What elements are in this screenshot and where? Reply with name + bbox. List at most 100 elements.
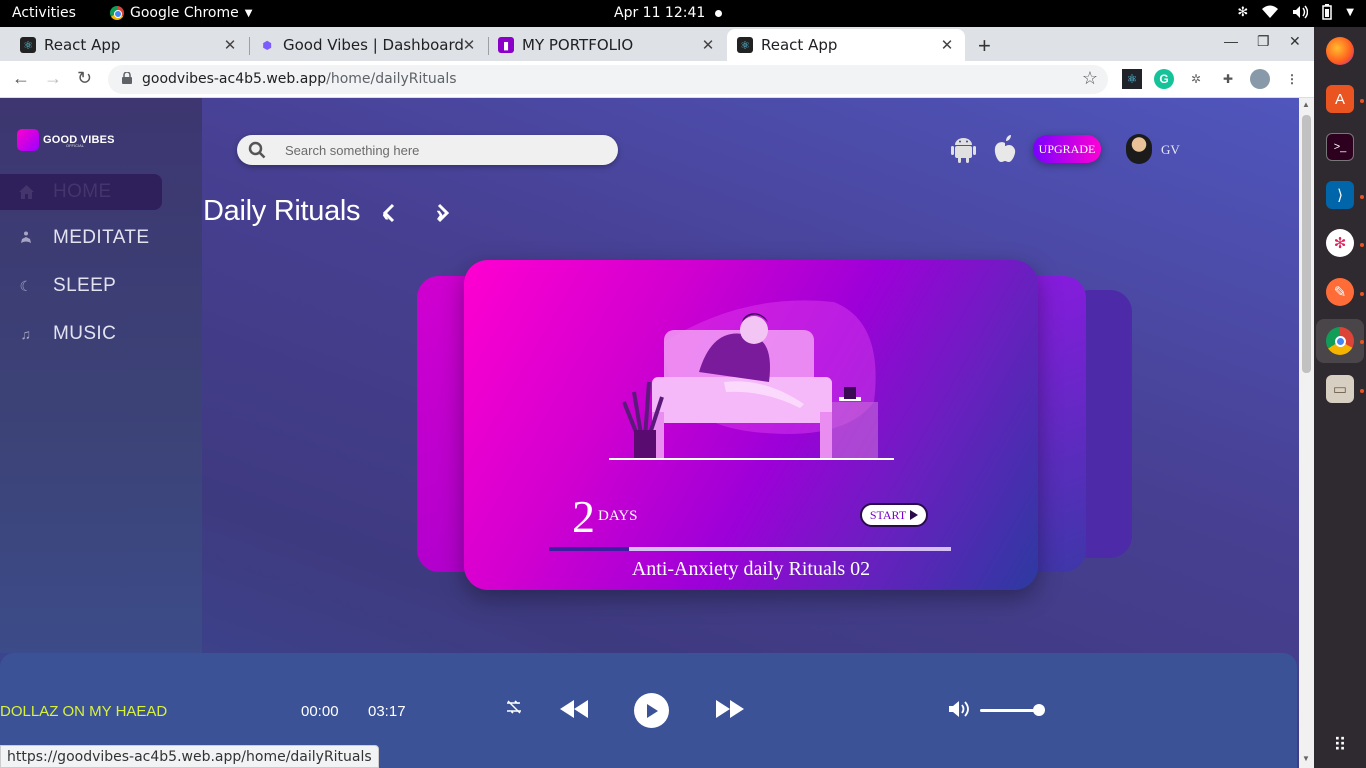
show-applications-icon[interactable]: ⠿ [1326, 731, 1354, 759]
back-button[interactable]: ← [12, 68, 30, 89]
next-chevron-icon[interactable] [436, 203, 450, 223]
brand-tagline: OFFICIAL [66, 143, 85, 148]
system-top-bar: Activities Google Chrome ▼ Apr 11 12:41 … [0, 0, 1366, 27]
clock[interactable]: Apr 11 12:41 [614, 5, 723, 21]
grammarly-extension-icon[interactable]: G [1154, 69, 1174, 89]
scrollbar-thumb[interactable] [1302, 115, 1311, 373]
close-window-button[interactable]: ✕ [1289, 33, 1301, 50]
play-icon [646, 703, 658, 718]
tab-separator [249, 37, 250, 55]
start-button[interactable]: START [860, 503, 928, 527]
app-menu[interactable]: Google Chrome ▼ [110, 5, 252, 21]
android-icon[interactable] [951, 134, 976, 164]
software-store-icon[interactable]: A [1326, 85, 1354, 113]
profile-avatar-icon[interactable] [1250, 69, 1270, 89]
user-name[interactable]: GV [1161, 142, 1180, 158]
running-indicator [1360, 292, 1364, 296]
close-tab-icon[interactable]: ✕ [700, 36, 716, 54]
files-icon[interactable]: ▭ [1326, 375, 1354, 403]
apple-icon[interactable] [991, 134, 1019, 164]
anxious-person-illustration [609, 300, 894, 460]
avatar[interactable] [1126, 134, 1152, 164]
vscode-icon[interactable]: ⟩ [1326, 181, 1354, 209]
search-bar[interactable]: Search something here [237, 135, 618, 165]
sidebar-item-home[interactable]: HOME [0, 174, 162, 210]
tab-react-app-active[interactable]: ⚛ React App ✕ [727, 29, 965, 61]
fast-forward-icon[interactable] [716, 700, 744, 718]
sidebar-item-label: SLEEP [53, 275, 117, 296]
meditate-icon [18, 230, 34, 246]
close-tab-icon[interactable]: ✕ [939, 36, 955, 54]
terminal-icon[interactable]: >_ [1326, 133, 1354, 161]
react-icon: ⚛ [20, 37, 36, 53]
chrome-menu-icon[interactable]: ⋮ [1282, 69, 1302, 89]
music-note-icon: ♫ [20, 326, 32, 342]
page-viewport: GOOD VIBES OFFICIAL HOME MEDITATE ☾ SLEE… [0, 98, 1299, 768]
slack-tray-icon: ✻ [1237, 4, 1249, 20]
clock-label: Apr 11 12:41 [614, 5, 706, 21]
url-host: goodvibes-ac4b5.web.app [142, 71, 327, 87]
restore-window-button[interactable]: ❐ [1257, 33, 1270, 50]
tab-label: React App [44, 36, 121, 54]
rewind-icon[interactable] [560, 700, 588, 718]
link-status-bubble: https://goodvibes-ac4b5.web.app/home/dai… [0, 745, 379, 768]
ritual-card[interactable]: 2 DAYS START Anti-Anxiety daily Rituals … [464, 260, 1038, 590]
tab-react-app-1[interactable]: ⚛ React App ✕ [12, 29, 244, 61]
system-tray[interactable]: ✻ ▼ [1237, 4, 1354, 20]
wifi-icon [1262, 5, 1279, 18]
activities-button[interactable]: Activities [12, 5, 76, 21]
chrome-icon[interactable] [1326, 327, 1354, 355]
volume-slider-handle[interactable] [1033, 704, 1045, 716]
sidebar-item-music[interactable]: ♫ MUSIC [0, 316, 162, 352]
sidebar-item-label: MEDITATE [53, 227, 150, 248]
bug-extension-icon[interactable]: ✲ [1186, 69, 1206, 89]
firebase-cube-icon: ⬢ [262, 38, 272, 52]
ubuntu-dock: A >_ ⟩ ✻ ✎ ▭ ⠿ [1314, 27, 1366, 768]
slack-icon[interactable]: ✻ [1326, 229, 1354, 257]
page-scrollbar[interactable]: ▲ ▼ [1299, 98, 1314, 768]
scroll-down-icon[interactable]: ▼ [1302, 754, 1310, 763]
moon-icon: ☾ [19, 277, 33, 294]
volume-icon [1293, 5, 1309, 19]
address-bar[interactable]: goodvibes-ac4b5.web.app/home/dailyRitual… [108, 65, 1108, 94]
tab-strip: ⚛ React App ✕ ⬢ Good Vibes | Dashboard ✕… [0, 27, 1314, 61]
reload-button[interactable]: ↻ [77, 68, 92, 89]
chrome-icon [110, 6, 124, 20]
home-icon [18, 184, 34, 200]
page-title: Daily Rituals [203, 195, 361, 227]
forward-button[interactable]: → [44, 68, 62, 89]
tab-my-portfolio[interactable]: ▮ MY PORTFOLIO ✕ [490, 29, 722, 61]
sidebar-item-label: MUSIC [53, 323, 117, 344]
prev-chevron-icon[interactable] [382, 203, 396, 223]
running-indicator [1360, 389, 1364, 393]
app-menu-label: Google Chrome [130, 5, 239, 21]
postman-icon[interactable]: ✎ [1326, 278, 1354, 306]
bookmark-star-icon[interactable]: ☆ [1082, 68, 1098, 89]
shuffle-icon[interactable] [505, 698, 523, 716]
ritual-progress-bar [549, 547, 951, 551]
brand-logo[interactable]: GOOD VIBES OFFICIAL [17, 129, 115, 151]
play-button[interactable] [634, 693, 669, 728]
sidebar-item-sleep[interactable]: ☾ SLEEP [0, 268, 162, 304]
close-tab-icon[interactable]: ✕ [222, 36, 238, 54]
firefox-icon[interactable] [1326, 37, 1354, 65]
chrome-icon-center [1334, 335, 1346, 347]
duration: 03:17 [368, 703, 406, 720]
minimize-window-button[interactable]: — [1224, 33, 1238, 49]
meditation-logo-icon [17, 129, 39, 151]
tab-good-vibes-dashboard[interactable]: ⬢ Good Vibes | Dashboard ✕ [251, 29, 483, 61]
url-text: goodvibes-ac4b5.web.app/home/dailyRitual… [142, 71, 457, 87]
browser-toolbar: ← → ↻ goodvibes-ac4b5.web.app/home/daily… [0, 61, 1314, 98]
volume-slider[interactable] [980, 709, 1040, 712]
extensions-puzzle-icon[interactable]: ✚ [1218, 69, 1238, 89]
scroll-up-icon[interactable]: ▲ [1302, 100, 1310, 109]
upgrade-button[interactable]: UPGRADE [1033, 135, 1101, 163]
running-indicator [1360, 340, 1364, 344]
caret-down-icon: ▼ [1346, 6, 1354, 18]
url-path: /home/dailyRituals [326, 71, 457, 87]
sidebar-item-meditate[interactable]: MEDITATE [0, 220, 162, 256]
volume-icon[interactable] [948, 699, 970, 719]
react-devtools-extension-icon[interactable]: ⚛ [1122, 69, 1142, 89]
close-tab-icon[interactable]: ✕ [461, 36, 477, 54]
new-tab-button[interactable]: + [978, 33, 991, 59]
